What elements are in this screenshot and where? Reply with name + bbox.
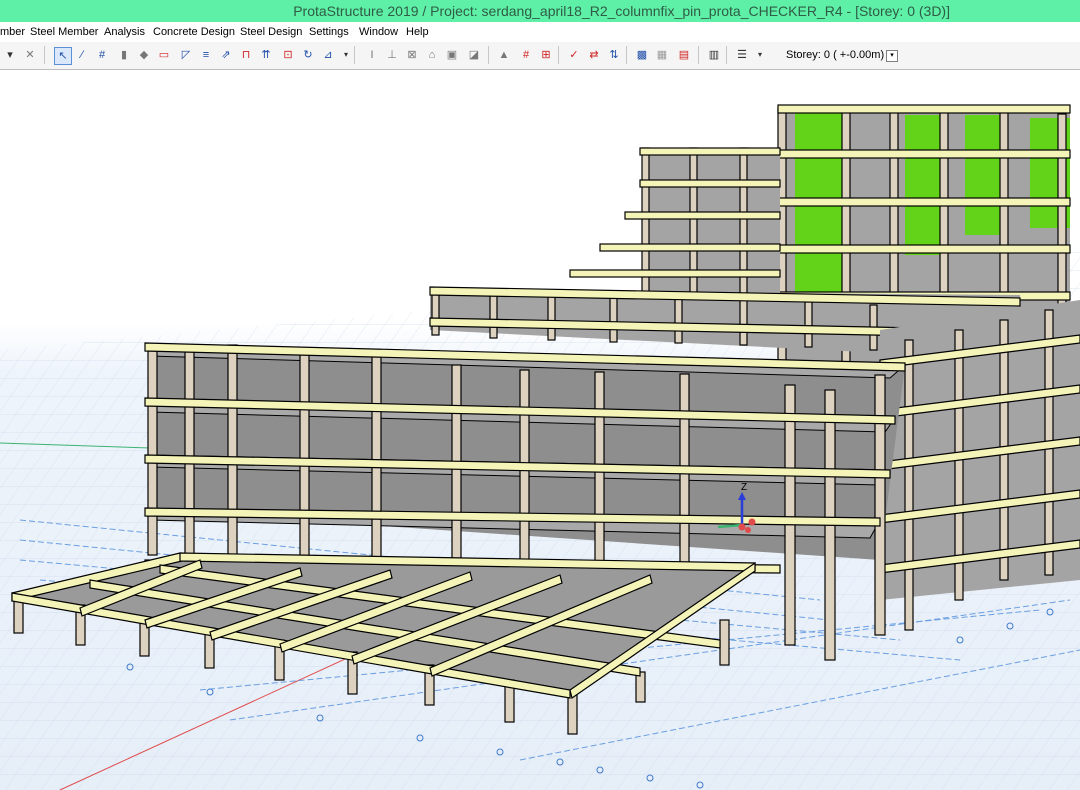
rebar-icon[interactable]: ⊞: [538, 47, 554, 63]
beam-icon[interactable]: ▭: [156, 47, 172, 63]
toolbar-separator: [726, 46, 727, 64]
menu-item-steel-member[interactable]: Steel Member: [30, 22, 98, 42]
roof-icon[interactable]: ⌂: [424, 47, 440, 63]
box-icon[interactable]: ⊠: [404, 47, 420, 63]
table-grid-icon[interactable]: ▦: [654, 47, 670, 63]
sort-icon[interactable]: ⇅: [606, 47, 622, 63]
storey-dropdown-button[interactable]: ▾: [886, 50, 898, 62]
window-title: ProtaStructure 2019 / Project: serdang_a…: [293, 3, 950, 19]
menu-item-analysis[interactable]: Analysis: [104, 22, 145, 42]
rotate-icon[interactable]: ↻: [300, 47, 316, 63]
move-icon[interactable]: ⊡: [280, 47, 296, 63]
section-icon[interactable]: ⊿: [320, 47, 336, 63]
mesh-icon[interactable]: #: [518, 47, 534, 63]
toolbar-separator: [626, 46, 627, 64]
prev-tool-icon[interactable]: ▾: [2, 47, 18, 63]
pattern-icon[interactable]: ▩: [634, 47, 650, 63]
frame-icon[interactable]: ⊥: [384, 47, 400, 63]
menu-item-member[interactable]: mber: [0, 22, 25, 42]
render-icon[interactable]: ▲: [496, 47, 512, 63]
main-toolbar: ▾ ✕ ↖ ∕ # ▮ ◆ ▭ ◸ ≡ ⇗ ⊓ ⇈ ⊡ ↻ ⊿ ▾ I ⊥ ⊠ …: [0, 42, 1080, 70]
table-icon[interactable]: ▥: [706, 47, 722, 63]
menu-bar: mber Steel Member Analysis Concrete Desi…: [0, 22, 1080, 42]
wall-icon[interactable]: ◆: [136, 47, 152, 63]
toolbar-separator: [558, 46, 559, 64]
grid-icon[interactable]: #: [94, 47, 110, 63]
menu-item-help[interactable]: Help: [406, 22, 429, 42]
shear-wall: [905, 115, 940, 255]
chevron-down-icon[interactable]: ▾: [338, 47, 354, 63]
column-icon[interactable]: ▮: [116, 47, 132, 63]
plan-icon[interactable]: ▣: [444, 47, 460, 63]
report-icon[interactable]: ▤: [676, 47, 692, 63]
window-title-bar: ProtaStructure 2019 / Project: serdang_a…: [0, 0, 1080, 22]
3d-viewport[interactable]: Z: [0, 70, 1080, 790]
select-icon[interactable]: ↖: [54, 47, 72, 65]
menu-item-concrete-design[interactable]: Concrete Design: [153, 22, 235, 42]
toolbar-separator: [354, 46, 355, 64]
member-icon[interactable]: I: [364, 47, 380, 63]
structure-model-3d[interactable]: Z: [0, 70, 1080, 790]
right-block: [879, 300, 1080, 631]
storey-selector-label[interactable]: Storey: 0 ( +-0.00m): [786, 49, 884, 61]
toolbar-separator: [488, 46, 489, 64]
toolbar-separator: [698, 46, 699, 64]
load-icon[interactable]: ⇗: [218, 47, 234, 63]
layers-icon[interactable]: ☰: [734, 47, 750, 63]
check-icon[interactable]: ✓: [566, 47, 582, 63]
slab-icon[interactable]: ◸: [178, 47, 194, 63]
swap-icon[interactable]: ⇄: [586, 47, 602, 63]
close-icon[interactable]: ✕: [22, 47, 38, 63]
chevron-down-icon[interactable]: ▾: [752, 47, 768, 63]
menu-item-steel-design[interactable]: Steel Design: [240, 22, 302, 42]
distributed-load-icon[interactable]: ⇈: [258, 47, 274, 63]
toolbar-separator: [44, 46, 45, 64]
z-axis-label: Z: [741, 482, 747, 493]
view-icon[interactable]: ◪: [466, 47, 482, 63]
dimension-icon[interactable]: ⊓: [238, 47, 254, 63]
menu-item-window[interactable]: Window: [359, 22, 398, 42]
line-icon[interactable]: ∕: [74, 47, 90, 63]
stair-icon[interactable]: ≡: [198, 47, 214, 63]
menu-item-settings[interactable]: Settings: [309, 22, 349, 42]
shear-wall: [965, 115, 1005, 235]
